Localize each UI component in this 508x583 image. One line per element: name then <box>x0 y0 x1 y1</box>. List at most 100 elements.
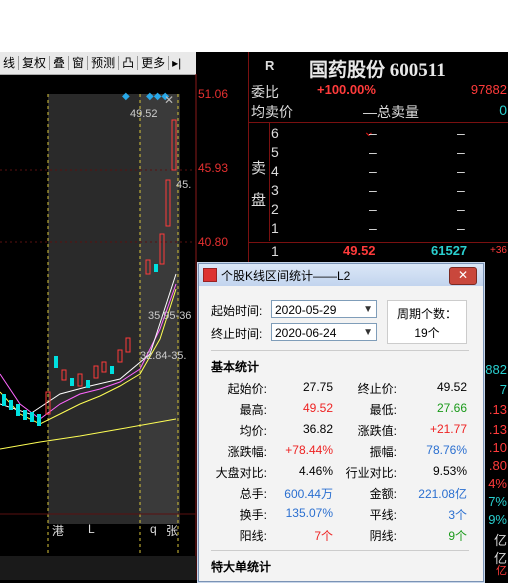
weicha-value: 97882 <box>470 82 507 97</box>
buy1-volume: 61527 <box>431 243 468 258</box>
stat-value: +78.44% <box>285 443 333 457</box>
buy1-row: 1 49.52 61527 +36 <box>249 242 508 261</box>
app-icon <box>203 268 217 282</box>
stat-value: 4.46% <box>298 464 333 478</box>
stat-label: 阳线: <box>239 529 267 543</box>
sell-volume: – <box>457 182 465 198</box>
quote-right-column: 882 7 .13 .13 .10 .80 4% 7% 9% 亿 亿 亿 <box>483 362 508 580</box>
stat-value: 9.53% <box>432 464 467 478</box>
sell-price: – <box>369 125 377 141</box>
dialog-titlebar[interactable]: 个股K线区间统计——L2 <box>199 264 483 286</box>
right-col-value: 7% <box>488 494 507 509</box>
stat-value: 135.07% <box>285 506 333 520</box>
cursor-x-icon: ✕ <box>164 93 174 107</box>
sell-volume: – <box>457 125 465 141</box>
weibi-row: 委比 +100.00% 97882 <box>249 82 508 100</box>
stat-label: 阴线: <box>369 529 397 543</box>
stat-value: 27.66 <box>436 401 467 415</box>
avg-sell-row: 均卖价 —总卖量 0 <box>249 102 508 120</box>
right-col-value: .80 <box>488 458 507 473</box>
close-button[interactable]: ✕ <box>449 267 477 285</box>
buy1-change: +36 <box>490 245 507 256</box>
stat-label: 涨跌幅: <box>227 445 267 459</box>
stat-label: 最高: <box>239 403 267 417</box>
stock-title: 国药股份 600511 <box>309 60 446 81</box>
toolbar-overlay-button[interactable]: 叠 <box>50 52 68 74</box>
sell-level-num: 1 <box>271 220 279 236</box>
total-sell-label: —总卖量 <box>363 104 419 120</box>
start-time-select[interactable]: 2020-05-29 ▼ <box>271 300 377 318</box>
range-mid-marker: L <box>88 522 95 536</box>
stat-label: 均价: <box>239 424 267 438</box>
stat-value: 7个 <box>314 529 333 543</box>
end-time-select[interactable]: 2020-06-24 ▼ <box>271 323 377 341</box>
toolbar-line-button[interactable]: 线 <box>0 52 18 74</box>
dropdown-arrow-icon: ▼ <box>363 304 373 315</box>
sell-volume: – <box>457 144 465 160</box>
toolbar-adjust-button[interactable]: 复权 <box>19 52 49 74</box>
range-end-marker: q <box>150 522 157 536</box>
chart-toolbar: 线 复权 叠 窗 预测 凸 更多 ▸| <box>0 52 196 75</box>
toolbar-end-icon[interactable]: ▸| <box>169 52 184 74</box>
toolbar-more-button[interactable]: 更多 <box>138 52 168 74</box>
high-price-annotation: 49.52 <box>130 108 158 120</box>
stat-label: 终止价: <box>357 382 397 396</box>
start-time-value: 2020-05-29 <box>275 303 337 317</box>
stat-value: 49.52 <box>436 380 467 394</box>
sell-volume: – <box>457 163 465 179</box>
stat-value: 221.08亿 <box>418 487 467 501</box>
total-sell-value: 0 <box>499 102 507 118</box>
right-col-value: .13 <box>488 422 507 437</box>
stat-label: 总手: <box>239 487 267 501</box>
stat-label: 平线: <box>369 508 397 522</box>
stat-value: 3个 <box>448 508 467 522</box>
weibi-label: 委比 <box>251 84 279 100</box>
period-count-box: 周期个数： 19个 <box>387 300 467 344</box>
price-label-high: 51.06 <box>198 87 229 101</box>
stat-value: 78.76% <box>426 443 467 457</box>
window-top-area <box>0 0 508 52</box>
sell-price: – <box>369 144 377 160</box>
range-start-marker: 港 <box>52 524 65 538</box>
range-annotation-1: 35.95-36 <box>148 310 192 322</box>
right-col-value: 9% <box>488 512 507 527</box>
price-label-low: 40.80 <box>198 235 229 249</box>
range-end-marker-2: 张 <box>166 524 179 538</box>
toolbar-window-button[interactable]: 窗 <box>69 52 87 74</box>
period-count-value: 19个 <box>414 326 440 340</box>
right-col-value: .10 <box>488 440 507 455</box>
sell-level-num: 5 <box>271 144 279 160</box>
buy1-price: 49.52 <box>343 243 376 258</box>
stat-value: 600.44万 <box>284 487 333 501</box>
stat-label: 行业对比: <box>345 466 397 480</box>
end-time-value: 2020-06-24 <box>275 326 337 340</box>
stat-label: 大盘对比: <box>215 466 267 480</box>
section-divider <box>211 350 469 351</box>
toolbar-lock-icon[interactable]: 凸 <box>119 52 137 74</box>
price-label-mid: 45.93 <box>198 161 229 175</box>
sell-volume: – <box>457 201 465 217</box>
stat-label: 最低: <box>369 403 397 417</box>
event-marker-1[interactable]: ◆ <box>122 91 130 102</box>
stat-label: 换手: <box>239 508 267 522</box>
stock-title-bar: R 国药股份 600511 <box>249 52 508 81</box>
sell-price: – <box>369 163 377 179</box>
stat-value: 36.82 <box>302 422 333 436</box>
sell-level-num: 4 <box>271 163 279 179</box>
stat-label: 起始价: <box>227 382 267 396</box>
sell-side-label-2: 盘 <box>251 192 267 209</box>
basic-stats-title: 基本统计 <box>211 360 260 374</box>
sell-orderbook: 卖 盘 ⌄ 6– – 5– – 4– – 3– – 2– – 1– – <box>249 122 508 241</box>
stat-value: 9个 <box>448 529 467 543</box>
stat-label: 振幅: <box>369 445 397 459</box>
toolbar-forecast-button[interactable]: 预测 <box>88 52 118 74</box>
sell-price: – <box>369 182 377 198</box>
buy1-level: 1 <box>271 243 279 259</box>
weibi-value: +100.00% <box>317 82 376 97</box>
range-annotation-2: 32.84-35. <box>140 350 187 362</box>
sell-volume: – <box>457 220 465 236</box>
dialog-title: 个股K线区间统计——L2 <box>221 268 351 283</box>
sell-price: – <box>369 220 377 236</box>
right-col-value: .13 <box>488 402 507 417</box>
big-order-stats-title: 特大单统计 <box>211 560 272 574</box>
